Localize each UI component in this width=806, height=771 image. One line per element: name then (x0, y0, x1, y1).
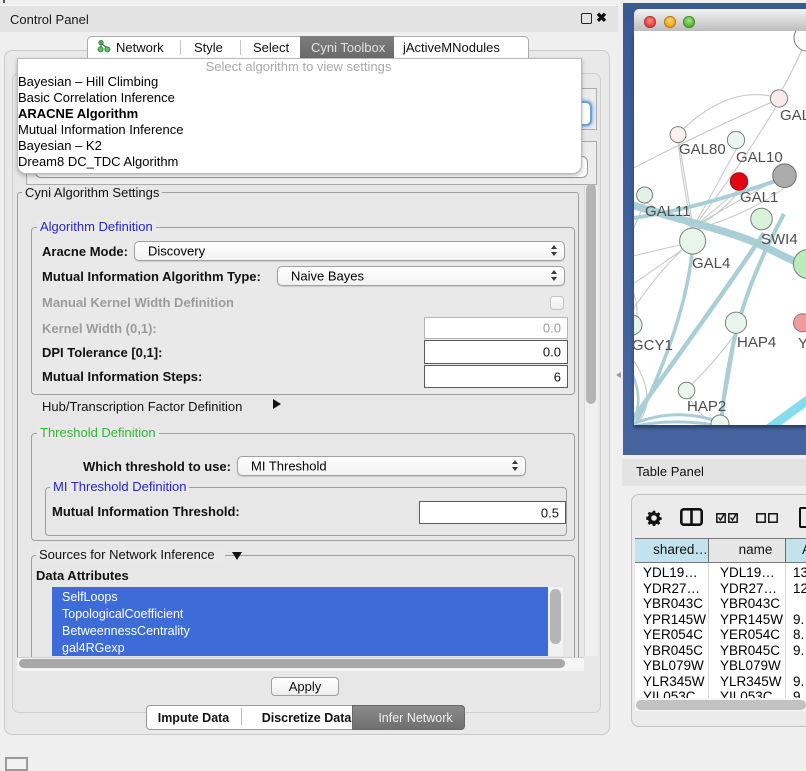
svg-text:HAP2: HAP2 (687, 398, 726, 415)
svg-text:GAL10: GAL10 (736, 149, 783, 166)
svg-text:GAL80: GAL80 (679, 141, 726, 158)
svg-text:GCY1: GCY1 (634, 337, 673, 354)
svg-text:HAP4: HAP4 (737, 334, 776, 351)
svg-text:GAL11: GAL11 (645, 203, 691, 220)
svg-text:GAL7: GAL7 (780, 107, 806, 124)
svg-text:GAL4: GAL4 (692, 255, 730, 272)
svg-text:SWI4: SWI4 (761, 231, 798, 248)
svg-text:GAL1: GAL1 (740, 189, 778, 206)
svg-text:Y: Y (798, 335, 806, 352)
